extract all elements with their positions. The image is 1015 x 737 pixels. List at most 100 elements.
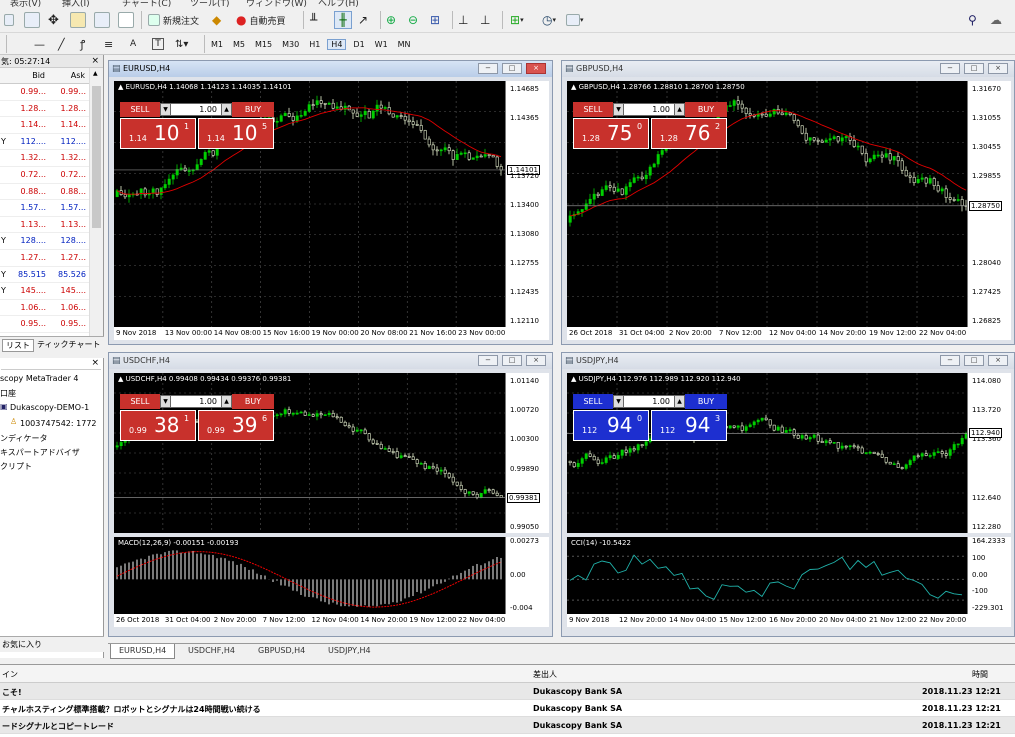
lot-decrease-icon[interactable]: ▼	[613, 103, 624, 116]
symbol-row[interactable]: 1.14... 1.14...	[0, 117, 103, 134]
sell-price-button[interactable]: 112 94 0	[573, 410, 649, 441]
lot-decrease-icon[interactable]: ▼	[613, 395, 624, 408]
symbol-row[interactable]: 0.99... 0.99...	[0, 84, 103, 101]
timeframe-m5[interactable]: M5	[230, 40, 248, 49]
horizontal-line-icon[interactable]: —	[34, 35, 45, 53]
zoom-out-icon[interactable]: ⊖	[408, 11, 418, 29]
lot-increase-icon[interactable]: ▲	[674, 103, 685, 116]
price-plot[interactable]: ▲ USDCHF,H4 0.99408 0.99434 0.99376 0.99…	[114, 373, 505, 533]
autoscroll-icon[interactable]: ⊥	[480, 11, 490, 29]
text-label-button[interactable]: T	[152, 38, 164, 50]
from-column-header[interactable]: 差出人	[533, 669, 557, 680]
chart-shift-icon[interactable]: ⊥	[458, 11, 468, 29]
close-icon[interactable]: ×	[91, 358, 99, 368]
fibonacci-icon[interactable]: ꝭ	[80, 35, 85, 53]
symbol-row[interactable]: 0.88... 0.88...	[0, 184, 103, 201]
sell-price-button[interactable]: 1.14 10 1	[120, 118, 196, 149]
navigator-icon[interactable]	[94, 11, 110, 29]
lot-decrease-icon[interactable]: ▼	[160, 395, 171, 408]
indicator-plot[interactable]: CCI(14) -10.5422	[567, 537, 967, 614]
timeframe-w1[interactable]: W1	[372, 40, 391, 49]
lot-decrease-icon[interactable]: ▼	[160, 103, 171, 116]
buy-price-button[interactable]: 1.28 76 2	[651, 118, 727, 149]
bar-chart-icon[interactable]: ╨	[310, 11, 317, 29]
maximize-icon[interactable]: □	[964, 355, 984, 366]
menu-tools[interactable]: ツール(T)	[190, 0, 230, 8]
mailbox-row[interactable]: チャルホスティング標準搭載？ロボットとシグナルは24時間戦い続ける Dukasco…	[0, 700, 1015, 717]
navigator-experts[interactable]: キスパートアドバイザ	[0, 447, 80, 458]
close-icon[interactable]: ×	[988, 63, 1008, 74]
tab-chart-usdchf[interactable]: USDCHF,H4	[180, 644, 243, 659]
buy-price-button[interactable]: 0.99 39 6	[198, 410, 274, 441]
buy-price-button[interactable]: 112 94 3	[651, 410, 727, 441]
timeframe-m1[interactable]: M1	[208, 40, 226, 49]
zoom-in-icon[interactable]: ⊕	[386, 11, 396, 29]
lot-increase-icon[interactable]: ▲	[221, 103, 232, 116]
ask-column-header[interactable]: Ask	[71, 71, 85, 80]
candlestick-icon[interactable]: ╫	[334, 11, 352, 29]
close-icon[interactable]: ×	[91, 55, 99, 68]
sell-button[interactable]: SELL	[573, 394, 613, 409]
sell-button[interactable]: SELL	[573, 102, 613, 117]
tab-chart-usdjpy[interactable]: USDJPY,H4	[320, 644, 379, 659]
scroll-up-icon[interactable]: ▲	[93, 70, 98, 77]
profiles-icon[interactable]	[24, 11, 40, 29]
buy-button[interactable]: BUY	[685, 102, 727, 117]
timeframe-d1[interactable]: D1	[350, 40, 367, 49]
minimize-icon[interactable]: −	[940, 355, 960, 366]
menu-chart[interactable]: チャート(C)	[122, 0, 171, 8]
navigator-scripts[interactable]: クリプト	[0, 461, 32, 472]
strategy-tester-icon[interactable]	[118, 11, 134, 29]
menu-help[interactable]: ヘルプ(H)	[318, 0, 359, 8]
maximize-icon[interactable]: □	[502, 63, 522, 74]
close-icon[interactable]: ×	[526, 355, 546, 366]
chat-icon[interactable]: ☁	[990, 11, 1002, 29]
sell-button[interactable]: SELL	[120, 102, 160, 117]
text-tool-button[interactable]: A	[130, 35, 136, 53]
minimize-icon[interactable]: −	[478, 63, 498, 74]
navigator-root[interactable]: scopy MetaTrader 4	[0, 374, 79, 383]
symbol-row[interactable]: Y 128.... 128....	[0, 233, 103, 250]
symbol-row[interactable]: 1.06... 1.06...	[0, 300, 103, 317]
line-chart-icon[interactable]: ↗	[358, 11, 368, 29]
price-plot[interactable]: ▲ GBPUSD,H4 1.28766 1.28810 1.28700 1.28…	[567, 81, 967, 327]
symbol-row[interactable]: 1.32... 1.32...	[0, 150, 103, 167]
new-order-button[interactable]: 新規注文	[148, 11, 199, 29]
timeframe-h4[interactable]: H4	[327, 39, 347, 50]
timeframe-mn[interactable]: MN	[395, 40, 414, 49]
tab-chart-eurusd[interactable]: EURUSD,H4	[110, 644, 176, 659]
symbol-row[interactable]: 1.57... 1.57...	[0, 200, 103, 217]
sell-button[interactable]: SELL	[120, 394, 160, 409]
symbol-row[interactable]: Y 112.... 112....	[0, 134, 103, 151]
buy-button[interactable]: BUY	[232, 394, 274, 409]
subject-column-header[interactable]: イン	[2, 669, 18, 680]
maximize-icon[interactable]: □	[502, 355, 522, 366]
scrollbar-thumb[interactable]	[92, 86, 101, 228]
timeframe-m15[interactable]: M15	[252, 40, 275, 49]
metaeditor-icon[interactable]: ◆	[212, 11, 221, 29]
arrows-icon[interactable]: ⇅▾	[175, 35, 188, 53]
close-icon[interactable]: ×	[988, 355, 1008, 366]
market-watch-scrollbar[interactable]: ▲	[89, 68, 103, 338]
tab-favorites[interactable]: お気に入り	[2, 639, 42, 650]
lot-increase-icon[interactable]: ▲	[221, 395, 232, 408]
trendline-icon[interactable]: ╱	[58, 35, 65, 53]
price-plot[interactable]: ▲ EURUSD,H4 1.14068 1.14123 1.14035 1.14…	[114, 81, 505, 327]
market-watch-icon[interactable]	[70, 11, 86, 29]
auto-trading-button[interactable]: ● 自動売買	[236, 11, 286, 29]
channel-icon[interactable]: ≡	[104, 35, 113, 53]
menu-insert[interactable]: 挿入(I)	[62, 0, 90, 8]
sell-price-button[interactable]: 0.99 38 1	[120, 410, 196, 441]
buy-price-button[interactable]: 1.14 10 5	[198, 118, 274, 149]
lot-increase-icon[interactable]: ▲	[674, 395, 685, 408]
indicators-icon[interactable]: ⊞ ▾	[510, 11, 524, 29]
symbol-row[interactable]: 0.95... 0.95...	[0, 316, 103, 333]
sell-price-button[interactable]: 1.28 75 0	[573, 118, 649, 149]
minimize-icon[interactable]: −	[940, 63, 960, 74]
search-icon[interactable]: ⚲	[968, 11, 977, 29]
time-column-header[interactable]: 時間	[972, 669, 988, 680]
menu-window[interactable]: ウィンドウ(W)	[246, 0, 307, 8]
periods-clock-icon[interactable]: ◷ ▾	[542, 11, 556, 29]
mailbox-row[interactable]: こそ! Dukascopy Bank SA 2018.11.23 12:21	[0, 683, 1015, 700]
menu-view[interactable]: 表示(V)	[10, 0, 41, 8]
